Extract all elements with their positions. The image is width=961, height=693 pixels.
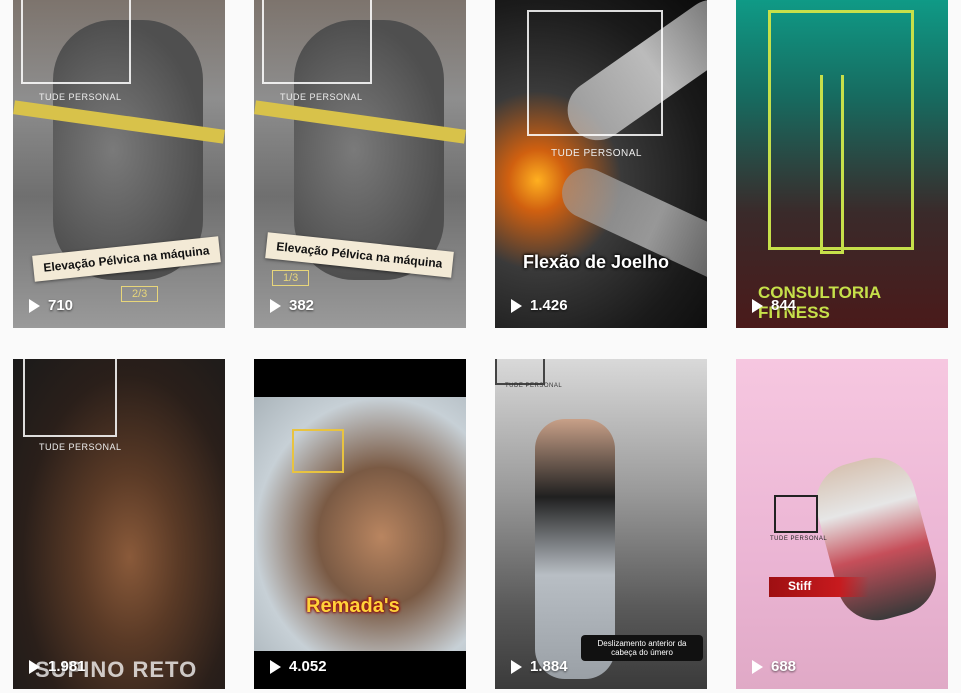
view-count: 1.426 [511, 297, 568, 314]
title-caption: Remada's [306, 595, 400, 617]
reel-tile-7[interactable]: TUDE PERSONAL Deslizamento anterior da c… [495, 359, 707, 689]
brand-label: TUDE PERSONAL [770, 536, 828, 542]
view-count: 382 [270, 297, 314, 314]
view-count: 1.981 [29, 658, 86, 675]
play-icon [270, 659, 281, 674]
part-badge: 1/3 [272, 270, 310, 286]
play-icon [752, 298, 763, 313]
tp-logo-icon [262, 0, 372, 84]
view-count: 710 [29, 297, 73, 314]
title-caption: Stiff [788, 579, 812, 593]
brand-label: TUDE PERSONAL [551, 148, 642, 159]
tp-logo-stem [820, 75, 844, 254]
view-count: 688 [752, 658, 796, 675]
title-caption: Flexão de Joelho [523, 252, 670, 272]
play-icon [270, 298, 281, 313]
play-icon [511, 298, 522, 313]
brand-label: TUDE PERSONAL [280, 92, 363, 102]
view-count: 4.052 [270, 658, 327, 675]
brand-label: TUDE PERSONAL [39, 442, 122, 452]
part-badge: 2/3 [121, 286, 159, 302]
reel-tile-3[interactable]: TUDE PERSONAL Flexão de Joelho 1.426 [495, 0, 707, 328]
view-count: 844 [752, 297, 796, 314]
reel-tile-2[interactable]: TUDE PERSONAL Elevação Pélvica na máquin… [254, 0, 466, 328]
view-count: 1.884 [511, 658, 568, 675]
play-icon [511, 659, 522, 674]
reel-tile-8[interactable]: TUDE PERSONAL Stiff 688 [736, 359, 948, 689]
tile-thumbnail [806, 448, 946, 630]
reel-tile-4[interactable]: CONSULTORIA FITNESS 844 [736, 0, 948, 328]
reel-tile-5[interactable]: TUDE PERSONAL SUPINO RETO 1.981 [13, 359, 225, 689]
play-icon [29, 298, 40, 313]
annotation-label: Deslizamento anterior da cabeça do úmero [581, 635, 703, 661]
tp-logo-icon [774, 495, 818, 533]
play-icon [29, 659, 40, 674]
tp-logo-icon [21, 0, 131, 84]
brand-label: TUDE PERSONAL [505, 383, 563, 389]
brand-label: TUDE PERSONAL [39, 92, 122, 102]
tp-logo-icon [292, 429, 344, 473]
reel-tile-6[interactable]: Remada's 4.052 [254, 359, 466, 689]
tp-logo-icon [23, 359, 117, 437]
reel-tile-1[interactable]: TUDE PERSONAL Elevação Pélvica na máquin… [13, 0, 225, 328]
tp-logo-icon [495, 359, 545, 385]
title-banner [769, 577, 869, 597]
tp-logo-icon [527, 10, 663, 136]
play-icon [752, 659, 763, 674]
